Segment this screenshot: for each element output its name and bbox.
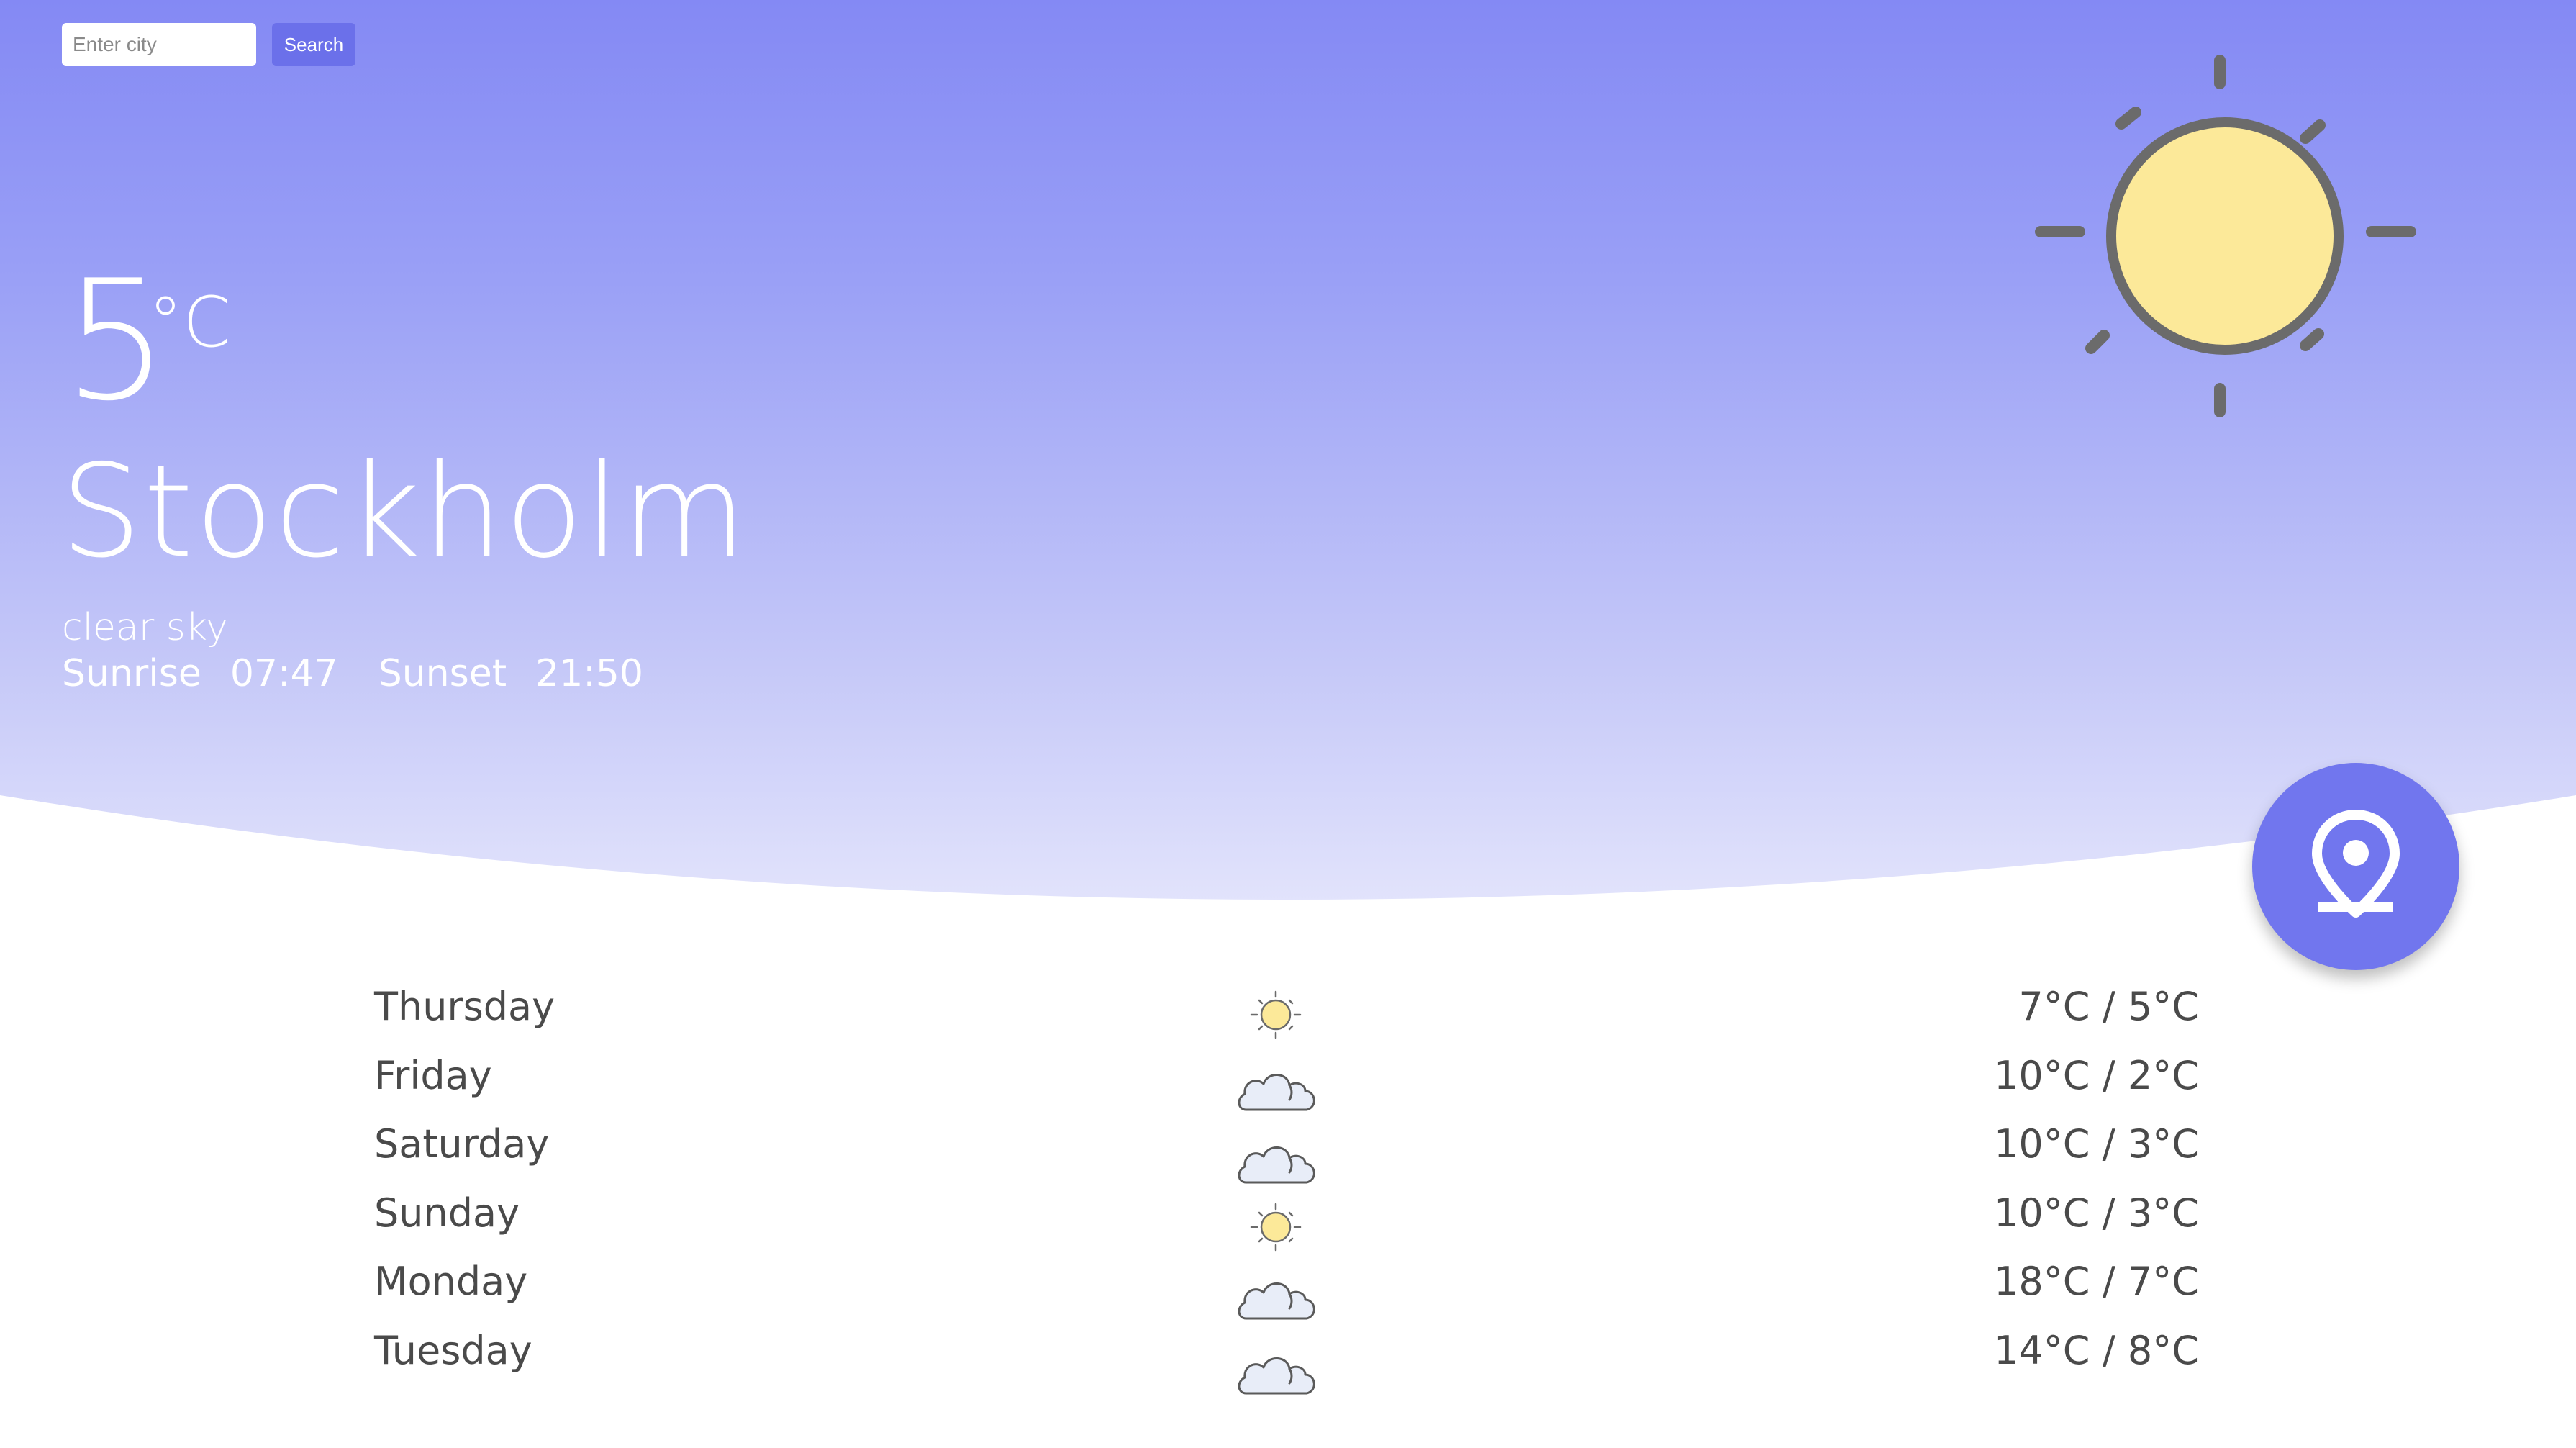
forecast-day: Tuesday [374, 1327, 532, 1373]
sun-icon [2035, 55, 2416, 417]
forecast-list: Thursday 7°C / 5°C Friday 10°C / 2°C Sat… [0, 979, 2576, 1394]
cloud-icon [1238, 1357, 1315, 1394]
sun-icon [1250, 990, 1302, 1039]
forecast-row: Monday 18°C / 7°C [0, 1254, 2576, 1323]
forecast-day: Sunday [374, 1190, 520, 1236]
weather-description: clear sky [62, 606, 228, 649]
forecast-temperature: 7°C / 5°C [2018, 984, 2199, 1029]
forecast-temperature: 18°C / 7°C [1993, 1259, 2199, 1304]
forecast-row: Saturday 10°C / 3°C [0, 1116, 2576, 1185]
forecast-row: Friday 10°C / 2°C [0, 1048, 2576, 1117]
forecast-day: Saturday [374, 1121, 550, 1167]
sunset-time: 21:50 [535, 652, 643, 695]
sunset-label: Sunset [378, 652, 507, 695]
map-pin-icon [2312, 810, 2400, 918]
temperature-unit: °C [148, 282, 232, 363]
forecast-temperature: 14°C / 8°C [1993, 1327, 2199, 1373]
city-search-input[interactable] [62, 23, 256, 66]
forecast-temperature: 10°C / 3°C [1993, 1121, 2199, 1167]
forecast-day: Friday [374, 1052, 492, 1098]
hero-wave-divider [0, 795, 2576, 936]
forecast-day: Thursday [374, 984, 555, 1029]
search-button[interactable]: Search [272, 23, 355, 66]
weather-app: Search 5 °C Stockholm clear sky Sunrise0… [0, 0, 2576, 1448]
forecast-day: Monday [374, 1259, 528, 1304]
sunrise-time: 07:47 [230, 652, 338, 695]
sun-times: Sunrise 07:47 Sunset 21:50 [62, 655, 643, 692]
forecast-row: Tuesday 14°C / 8°C [0, 1323, 2576, 1394]
cloud-icon [1238, 1073, 1315, 1110]
forecast-temperature: 10°C / 2°C [1993, 1052, 2199, 1098]
forecast-row: Thursday 7°C / 5°C [0, 979, 2576, 1048]
current-location-button[interactable] [2252, 763, 2459, 970]
sunrise-label: Sunrise [62, 652, 201, 695]
cloud-icon [1238, 1282, 1315, 1320]
sun-icon [1250, 1203, 1302, 1251]
forecast-row: Sunday 10°C / 3°C [0, 1185, 2576, 1254]
cloud-icon [1238, 1146, 1315, 1184]
city-name: Stockholm [60, 437, 748, 586]
forecast-temperature: 10°C / 3°C [1993, 1190, 2199, 1236]
